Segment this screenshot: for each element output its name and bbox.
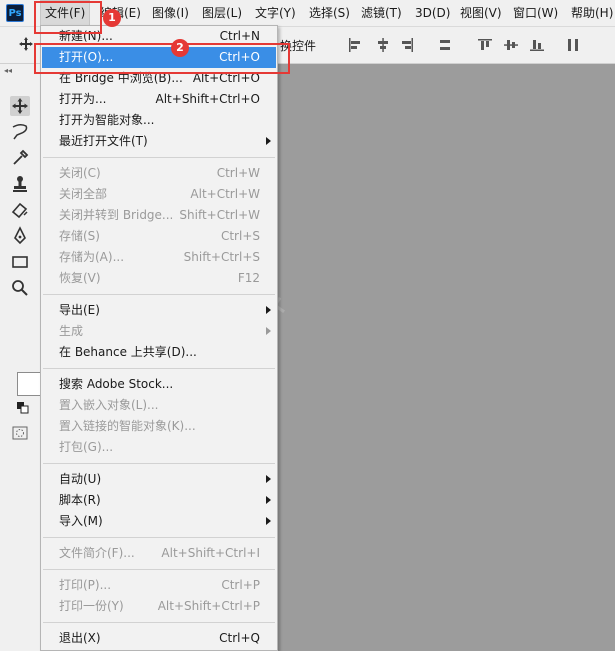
callout-box-file-menu: [34, 1, 102, 34]
align-right-icon[interactable]: [400, 38, 414, 52]
menu-separator: [43, 368, 275, 369]
step-badge-1: 1: [103, 9, 121, 27]
submenu-arrow-icon: [266, 306, 271, 314]
eyedropper-icon[interactable]: [10, 148, 30, 168]
move-tool-icon[interactable]: [18, 36, 34, 55]
menu-item-close[interactable]: 关闭(C) Ctrl+W: [42, 163, 276, 184]
menu-item-search-stock[interactable]: 搜索 Adobe Stock...: [42, 374, 276, 395]
menu-item-open-smart-object[interactable]: 打开为智能对象...: [42, 110, 276, 131]
menu-item-exit[interactable]: 退出(X) Ctrl+Q: [42, 628, 276, 649]
menu-filter[interactable]: 滤镜(T): [357, 0, 406, 26]
menu-item-recent-files[interactable]: 最近打开文件(T): [42, 131, 276, 152]
menu-item-place-linked[interactable]: 置入链接的智能对象(K)...: [42, 416, 276, 437]
file-menu-dropdown: 新建(N)... Ctrl+N 打开(O)... Ctrl+O 在 Bridge 中…: [40, 25, 278, 651]
foreground-color-swatch[interactable]: [17, 372, 41, 396]
menu-separator: [43, 622, 275, 623]
submenu-arrow-icon: [266, 496, 271, 504]
menu-item-print-one-copy[interactable]: 打印一份(Y) Alt+Shift+Ctrl+P: [42, 596, 276, 617]
menu-separator: [43, 537, 275, 538]
menu-item-save-as[interactable]: 存储为(A)... Shift+Ctrl+S: [42, 247, 276, 268]
distribute-icon[interactable]: [438, 38, 452, 52]
menu-item-share-behance[interactable]: 在 Behance 上共享(D)...: [42, 342, 276, 363]
menu-item-scripts[interactable]: 脚本(R): [42, 490, 276, 511]
menu-item-open-as[interactable]: 打开为... Alt+Shift+Ctrl+O: [42, 89, 276, 110]
menu-item-close-all[interactable]: 关闭全部 Alt+Ctrl+W: [42, 184, 276, 205]
align-center-icon[interactable]: [376, 38, 390, 52]
submenu-arrow-icon: [266, 137, 271, 145]
align-left-icon[interactable]: [348, 38, 362, 52]
menu-item-automate[interactable]: 自动(U): [42, 469, 276, 490]
menu-item-place-embedded[interactable]: 置入嵌入对象(L)...: [42, 395, 276, 416]
menu-item-import[interactable]: 导入(M): [42, 511, 276, 532]
collapse-arrows-icon[interactable]: ◂◂: [4, 66, 12, 75]
submenu-arrow-icon: [266, 327, 271, 335]
menu-help[interactable]: 帮助(H): [567, 0, 615, 26]
stamp-icon[interactable]: [10, 174, 30, 194]
menu-item-close-go-bridge[interactable]: 关闭并转到 Bridge... Shift+Ctrl+W: [42, 205, 276, 226]
align-middle-icon[interactable]: [504, 38, 518, 52]
step-badge-2: 2: [171, 39, 189, 57]
toolbox: ◂◂: [0, 64, 41, 651]
menu-item-save[interactable]: 存储(S) Ctrl+S: [42, 226, 276, 247]
eraser-icon[interactable]: [10, 200, 30, 220]
menu-item-print[interactable]: 打印(P)... Ctrl+P: [42, 575, 276, 596]
menu-separator: [43, 463, 275, 464]
submenu-arrow-icon: [266, 517, 271, 525]
rectangle-icon[interactable]: [10, 252, 30, 272]
menu-separator: [43, 294, 275, 295]
menu-layer[interactable]: 图层(L): [198, 0, 246, 26]
quick-mask-icon[interactable]: [12, 426, 28, 443]
lasso-icon[interactable]: [10, 122, 30, 142]
distribute-vertical-icon[interactable]: [566, 38, 580, 52]
default-colors-icon[interactable]: [17, 402, 29, 417]
move-icon[interactable]: [10, 96, 30, 116]
photoshop-logo: Ps: [6, 4, 24, 22]
menu-type[interactable]: 文字(Y): [251, 0, 300, 26]
menu-separator: [43, 157, 275, 158]
submenu-arrow-icon: [266, 475, 271, 483]
zoom-icon[interactable]: [10, 278, 30, 298]
menu-separator: [43, 569, 275, 570]
callout-box-open-item: [34, 43, 290, 74]
menu-window[interactable]: 窗口(W): [509, 0, 562, 26]
menu-item-package[interactable]: 打包(G)...: [42, 437, 276, 458]
menu-item-generate[interactable]: 生成: [42, 321, 276, 342]
menu-select[interactable]: 选择(S): [305, 0, 354, 26]
menu-3d[interactable]: 3D(D): [411, 0, 454, 26]
menu-view[interactable]: 视图(V): [456, 0, 506, 26]
menu-image[interactable]: 图像(I): [148, 0, 193, 26]
menu-item-revert[interactable]: 恢复(V) F12: [42, 268, 276, 289]
align-bottom-icon[interactable]: [530, 38, 544, 52]
pen-icon[interactable]: [10, 226, 30, 246]
align-top-icon[interactable]: [478, 38, 492, 52]
menu-item-export[interactable]: 导出(E): [42, 300, 276, 321]
menu-item-file-info[interactable]: 文件简介(F)... Alt+Shift+Ctrl+I: [42, 543, 276, 564]
